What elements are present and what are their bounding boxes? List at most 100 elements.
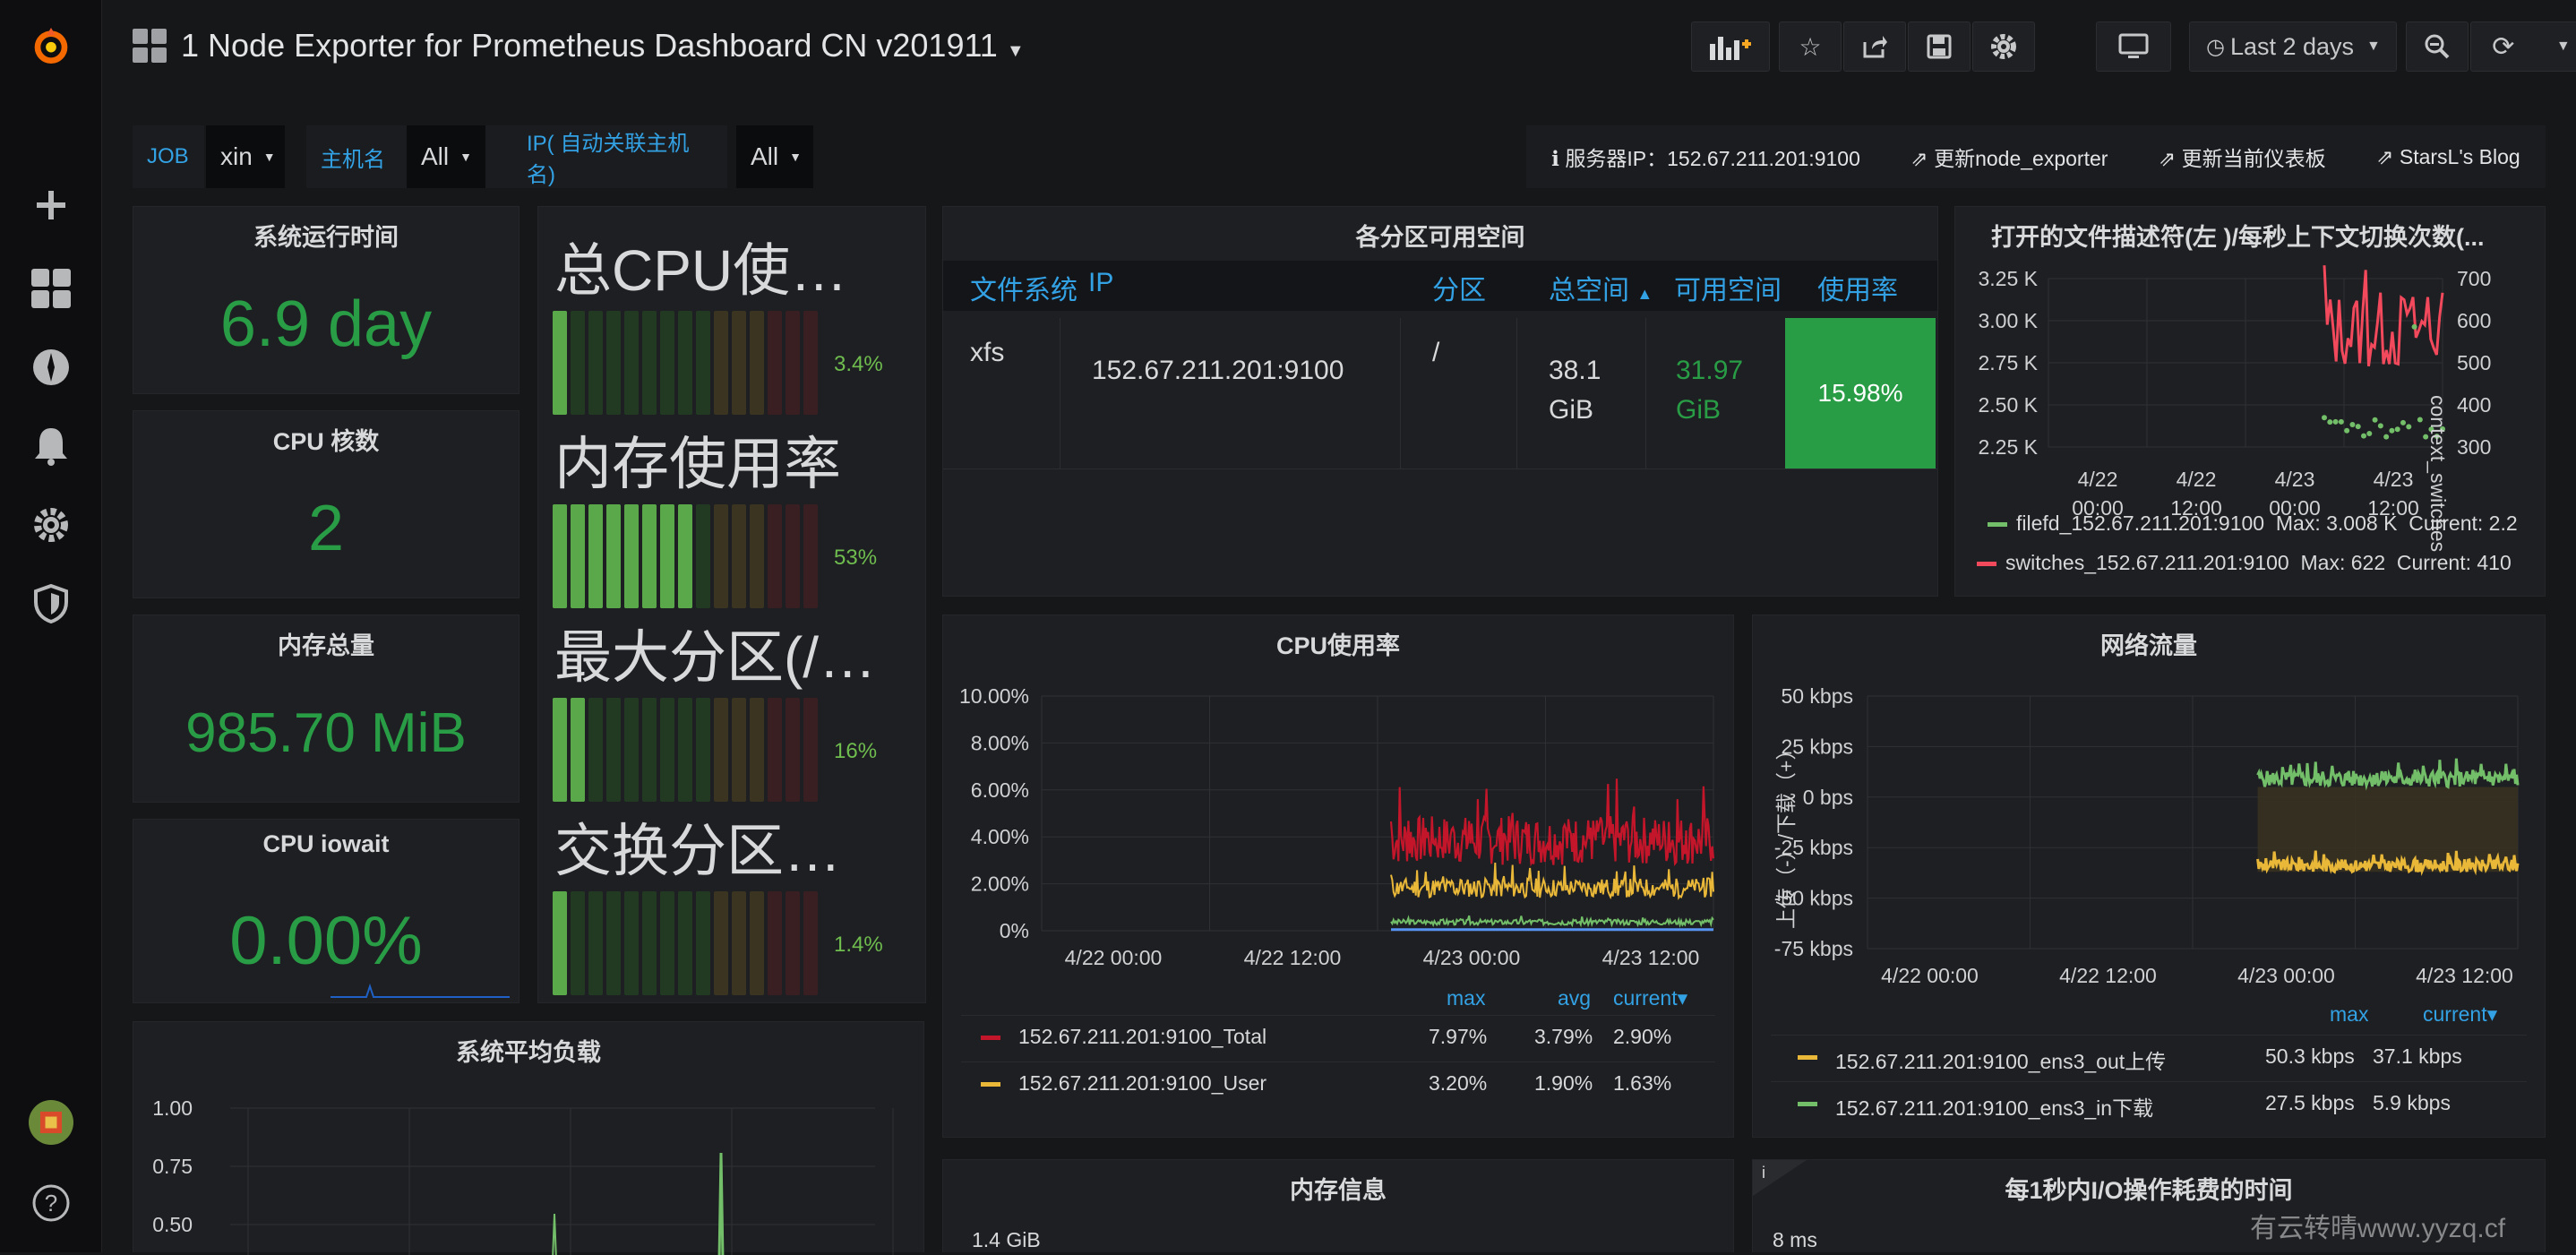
legend-max: Max: 3.008 K <box>2275 511 2398 535</box>
panel-cpu-cores[interactable]: CPU 核数 2 <box>133 410 519 598</box>
settings-gear-icon[interactable] <box>29 503 73 547</box>
panel-bar-gauges[interactable]: 总CPU使用率 3.4% 内存使用率 53% 最大分区(/)使用率 16% 交换分区使用率 1… <box>537 206 926 1003</box>
link-server-ip[interactable]: ℹ 服务器IP：152.67.211.201:9100 <box>1551 142 1860 172</box>
y-tick: 300 <box>2457 435 2491 459</box>
legend-header-max[interactable]: max <box>1447 986 1485 1010</box>
zoom-out-button[interactable] <box>2406 21 2469 72</box>
legend-max: 3.20% <box>1429 1071 1488 1095</box>
dashboard-settings-button[interactable] <box>1972 21 2035 72</box>
link-update-exporter[interactable]: ⇗ 更新node_exporter <box>1911 142 2108 172</box>
y-tick: 0.50 <box>152 1213 193 1236</box>
plus-icon[interactable] <box>29 183 73 228</box>
watermark: 有云转晴www.yyzq.cf <box>2250 1214 2506 1243</box>
y-tick: 1.4 GiB <box>972 1228 1041 1251</box>
var-select-job[interactable]: xin ▼ <box>206 125 285 188</box>
y-tick: 400 <box>2457 393 2491 417</box>
panel-partition-table[interactable]: 各分区可用空间 文件系统 IP 分区 总空间 ▲ 可用空间 使用率 xfs 15… <box>942 206 1938 597</box>
add-panel-icon <box>1710 37 1751 60</box>
avatar[interactable] <box>29 1100 73 1145</box>
series-point <box>2406 424 2412 430</box>
legend-row[interactable]: 152.67.211.201:9100_Total 7.97% 3.79% 2.90% <box>961 1015 1715 1058</box>
caret-down-icon: ▼ <box>2366 39 2381 54</box>
legend-current: Current: 410 <box>2396 551 2512 574</box>
panel-network[interactable]: 网络流量 上传（-）/下载（+） 50 kbps 25 kbps 0 bps -25 … <box>1752 615 2546 1138</box>
legend-row[interactable]: 152.67.211.201:9100_ens3_out上传 50.3 kbps 3… <box>1771 1035 2527 1078</box>
series-point <box>2377 423 2383 429</box>
th-ip[interactable]: IP <box>1088 268 1113 298</box>
legend-item-switches[interactable]: switches_152.67.211.201:9100 Max: 622 Cu… <box>1977 551 2512 575</box>
legend-header-max[interactable]: max <box>2330 1002 2368 1027</box>
series-line <box>1390 862 1714 900</box>
var-label-job: JOB <box>133 125 204 188</box>
legend-header-avg[interactable]: avg <box>1558 986 1591 1010</box>
stat-value-mem-total: 985.70 MiB <box>185 702 467 764</box>
legend-name: 152.67.211.201:9100_User <box>1018 1071 1267 1095</box>
panel-load-average[interactable]: 系统平均负载 1.00 0.75 0.50 <box>133 1021 925 1255</box>
grafana-logo-icon[interactable] <box>29 23 73 68</box>
caret-down-icon: ▼ <box>1006 41 1025 61</box>
series-line <box>552 1213 557 1255</box>
series-point <box>2372 417 2378 423</box>
fd-chart[interactable]: 3.25 K 3.00 K 2.75 K 2.50 K 2.25 K 700 600 500 4… <box>1955 261 2546 529</box>
panel-memory-info[interactable]: 内存信息 1.4 GiB <box>942 1159 1734 1252</box>
dashboards-icon[interactable] <box>29 266 73 311</box>
series-point <box>2355 424 2361 430</box>
cell-fs: xfs <box>970 338 1005 367</box>
legend-header-current[interactable]: current▾ <box>1613 986 1687 1010</box>
add-panel-button[interactable] <box>1691 21 1770 72</box>
x-tick: 4/22 12:00 <box>1244 946 1342 969</box>
y-tick: 3.25 K <box>1979 267 2039 290</box>
shield-icon[interactable] <box>29 581 73 626</box>
panel-cpu-usage[interactable]: CPU使用率 10.00% 8.00% 6.00% 4.00% 2.00% 0% 4/22 … <box>942 615 1734 1138</box>
panel-iowait[interactable]: CPU iowait 0.00% <box>133 819 519 1003</box>
legend-item-filefd[interactable]: filefd_152.67.211.201:9100 Max: 3.008 K … <box>1988 511 2518 536</box>
link-blog-text: StarsL's Blog <box>2399 144 2520 168</box>
var-select-ip[interactable]: All ▼ <box>736 125 813 188</box>
dashboard-links: ℹ 服务器IP：152.67.211.201:9100 ⇗ 更新node_exp… <box>1526 125 2546 188</box>
share-button[interactable] <box>1843 21 1906 72</box>
iowait-sparkline <box>331 983 510 998</box>
legend-row[interactable]: 152.67.211.201:9100_User 3.20% 1.90% 1.63% <box>961 1062 1715 1105</box>
link-update-dashboard[interactable]: ⇗ 更新当前仪表板 <box>2159 142 2326 172</box>
th-filesystem[interactable]: 文件系统 <box>970 268 1078 307</box>
link-blog[interactable]: ⇗ StarsL's Blog <box>2376 145 2520 169</box>
x-tick: 4/23 <box>2374 468 2414 491</box>
refresh-button[interactable]: ⟳ ▼ <box>2470 21 2576 72</box>
panel-title: CPU iowait <box>262 830 390 857</box>
time-range-label: Last 2 days <box>2229 32 2355 60</box>
explore-compass-icon[interactable] <box>29 345 73 390</box>
help-icon[interactable]: ? <box>29 1181 73 1225</box>
load-chart[interactable]: 1.00 0.75 0.50 <box>133 1067 925 1255</box>
gauge-value: 53% <box>834 546 878 570</box>
th-available[interactable]: 可用空间 <box>1674 268 1782 307</box>
series-line <box>717 1152 725 1255</box>
x-tick: 4/22 00:00 <box>1881 964 1979 987</box>
var-select-hostname[interactable]: All ▼ <box>407 125 485 188</box>
cell-usage: 15.98% <box>1785 318 1936 468</box>
series-line <box>2256 758 2520 791</box>
y-tick: -50 kbps <box>1774 887 1853 910</box>
panel-title: CPU使用率 <box>1275 632 1400 659</box>
legend-header-current[interactable]: current▾ <box>2423 1002 2497 1027</box>
panel-mem-total[interactable]: 内存总量 985.70 MiB <box>133 615 519 803</box>
dashboard-title[interactable]: 1 Node Exporter for Prometheus Dashboard… <box>181 27 1025 64</box>
th-usage[interactable]: 使用率 <box>1817 268 1898 307</box>
external-link-icon: ⇗ <box>2158 147 2177 170</box>
th-total[interactable]: 总空间 ▲ <box>1549 268 1653 307</box>
th-mount[interactable]: 分区 <box>1432 268 1486 307</box>
legend-max: 50.3 kbps <box>2265 1044 2355 1068</box>
panel-fd-context-switches[interactable]: 打开的文件描述符(左 )/每秒上下文切换次数(... 3.25 K 3.00 K 2… <box>1954 206 2546 597</box>
star-button[interactable]: ☆ <box>1779 21 1842 72</box>
top-navbar: 1 Node Exporter for Prometheus Dashboard… <box>102 0 2576 95</box>
tv-mode-button[interactable] <box>2096 21 2171 72</box>
y-tick: 2.50 K <box>1979 393 2039 417</box>
time-range-picker[interactable]: ◷ Last 2 days ▼ <box>2189 21 2397 72</box>
alerting-bell-icon[interactable] <box>29 424 73 468</box>
x-tick: 4/22 <box>2177 468 2217 491</box>
cpu-chart[interactable]: 10.00% 8.00% 6.00% 4.00% 2.00% 0% 4/22 00:00 4/… <box>943 660 1735 983</box>
network-chart[interactable]: 50 kbps 25 kbps 0 bps -25 kbps -50 kbps -75 k… <box>1753 660 2546 1001</box>
panel-uptime[interactable]: 系统运行时间 6.9 day <box>133 206 519 394</box>
legend-row[interactable]: 152.67.211.201:9100_ens3_in下载 27.5 kbps 5.… <box>1771 1081 2527 1124</box>
series-point <box>2400 419 2406 425</box>
save-button[interactable] <box>1908 21 1971 72</box>
